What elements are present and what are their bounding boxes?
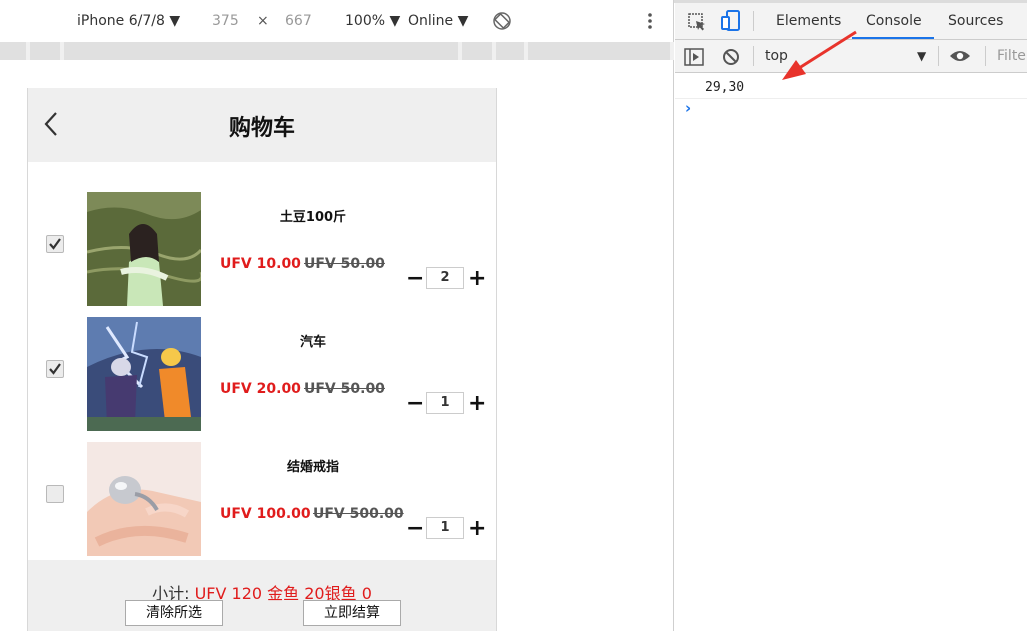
media-query-segment[interactable] [64,42,458,60]
console-log-entry: 29,30 [675,75,1027,99]
device-toggle-icon[interactable] [721,10,741,32]
device-emulation-pane: iPhone 6/7/8 ▼ 375 × 667 100% ▼ Online ▼ [0,0,674,631]
product-original-price: UFV 50.00 [304,381,385,397]
device-toolbar: iPhone 6/7/8 ▼ 375 × 667 100% ▼ Online ▼ [0,5,674,39]
filter-input[interactable]: Filter [997,48,1027,64]
active-tab-indicator [852,37,934,39]
increase-quantity-button[interactable]: + [468,393,486,415]
checkmark-icon [49,238,61,250]
network-value: Online [408,13,454,29]
item-checkbox[interactable] [46,485,64,503]
product-original-price: UFV 500.00 [313,506,404,522]
dimension-separator: × [257,13,269,29]
product-photo-anime [87,317,201,431]
product-photo-girl [87,192,201,306]
inspect-element-icon[interactable] [687,12,707,32]
cart-item: 结婚戒指 UFV 100.00 UFV 500.00 − 1 + [28,440,496,560]
rotate-icon[interactable] [492,11,512,31]
product-image[interactable] [87,192,201,306]
decrease-quantity-button[interactable]: − [406,268,424,290]
toolbar-divider [938,46,939,66]
zoom-value: 100% [345,13,386,29]
product-price: UFV 100.00 [220,506,311,522]
product-photo-ring [87,442,201,556]
tab-console[interactable]: Console [866,13,922,29]
toolbar-divider [753,11,754,31]
console-prompt[interactable]: › [685,99,691,117]
media-query-segment[interactable] [528,42,670,60]
cart-item: 汽车 UFV 20.00 UFV 50.00 − 1 + [28,315,496,435]
product-original-price: UFV 50.00 [304,256,385,272]
page-title: 购物车 [228,116,295,141]
media-query-segment[interactable] [30,42,60,60]
quantity-input[interactable]: 1 [426,392,464,414]
devtools-tab-bar: Elements Console Sources [675,3,1027,40]
media-query-segment[interactable] [462,42,492,60]
product-name: 土豆100斤 [279,210,347,225]
phone-viewport: 购物车 土豆100斤 UFV 10.00 UFV 50.00 − 2 + 汽车 … [27,88,497,631]
app-header: 购物车 [28,88,496,162]
clear-selected-button[interactable]: 清除所选 [125,600,223,626]
devtools-panel: Elements Console Sources top ▼ Filte 29,… [675,3,1027,631]
device-select[interactable]: iPhone 6/7/8 ▼ [77,13,180,29]
product-price: UFV 10.00 [220,256,301,272]
width-input[interactable]: 375 [212,13,239,29]
quantity-input[interactable]: 2 [426,267,464,289]
toolbar-divider [985,46,986,66]
decrease-quantity-button[interactable]: − [406,518,424,540]
more-options-icon[interactable] [646,11,654,31]
execution-context-select[interactable]: top [765,48,788,64]
context-dropdown-arrow[interactable]: ▼ [917,49,926,63]
product-price: UFV 20.00 [220,381,301,397]
height-input[interactable]: 667 [285,13,312,29]
sidebar-toggle-icon[interactable] [684,48,704,66]
product-image[interactable] [87,442,201,556]
toolbar-divider [753,46,754,66]
product-name: 结婚戒指 [286,460,339,475]
network-select[interactable]: Online ▼ [408,13,468,29]
subtotal: 小计: UFV 120 金鱼 20银鱼 0 [28,580,496,604]
clear-console-icon[interactable] [722,48,740,66]
cart-item: 土豆100斤 UFV 10.00 UFV 50.00 − 2 + [28,190,496,310]
product-image[interactable] [87,317,201,431]
tab-elements[interactable]: Elements [776,13,841,29]
screenshot-root: iPhone 6/7/8 ▼ 375 × 667 100% ▼ Online ▼ [0,0,1027,631]
live-expression-eye-icon[interactable] [949,49,971,63]
quantity-input[interactable]: 1 [426,517,464,539]
media-query-segment[interactable] [496,42,524,60]
increase-quantity-button[interactable]: + [468,268,486,290]
device-name: iPhone 6/7/8 [77,13,165,29]
checkout-button[interactable]: 立即结算 [303,600,401,626]
checkmark-icon [49,363,61,375]
decrease-quantity-button[interactable]: − [406,393,424,415]
cart-footer: 小计: UFV 120 金鱼 20银鱼 0 清除所选 立即结算 [28,560,496,631]
media-query-segment[interactable] [0,42,26,60]
console-output-text: 29,30 [705,80,745,95]
product-name: 汽车 [299,335,326,350]
tab-sources[interactable]: Sources [948,13,1003,29]
increase-quantity-button[interactable]: + [468,518,486,540]
item-checkbox[interactable] [46,235,64,253]
item-checkbox[interactable] [46,360,64,378]
zoom-select[interactable]: 100% ▼ [345,13,400,29]
console-toolbar: top ▼ Filter [675,40,1027,73]
